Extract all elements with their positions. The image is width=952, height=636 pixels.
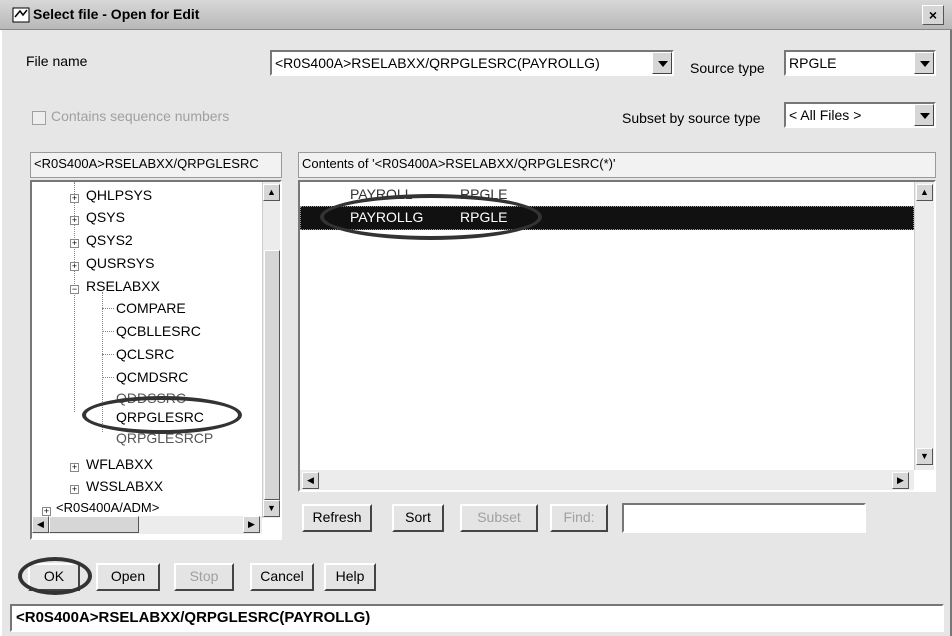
library-tree[interactable]: ▲ ▼ ◀ ▶ + QHLPSYS + QSYS + QSYS2 + QUSRS… [30,180,282,540]
subset-value: < All Files > [789,107,862,123]
expand-icon[interactable]: + [70,463,79,472]
contents-header: Contents of '<R0S400A>RSELABXX/QRPGLESRC… [298,152,936,178]
subset-dropdown-icon[interactable] [914,104,934,126]
expand-icon[interactable]: + [70,216,79,225]
window-title: Select file - Open for Edit [33,6,200,22]
scroll-up-icon[interactable]: ▲ [263,184,280,201]
source-type-combo[interactable]: RPGLE [784,50,936,76]
tree-header: <R0S400A>RSELABXX/QRPGLESRC [30,152,282,178]
tree-hscroll-thumb[interactable] [49,516,139,533]
tree-item[interactable]: COMPARE [116,300,186,316]
scroll-right-icon[interactable]: ▶ [243,516,260,533]
title-bar: Select file - Open for Edit × [0,0,952,30]
tree-item[interactable]: QSYS2 [86,232,133,248]
annotation-circle [320,194,542,240]
subset-button[interactable]: Subset [460,504,538,532]
sequence-numbers-label: Contains sequence numbers [51,108,230,124]
tree-item[interactable]: QCLSRC [116,346,174,362]
scroll-left-icon[interactable]: ◀ [302,472,319,489]
annotation-circle [18,557,92,595]
scroll-down-icon[interactable]: ▼ [263,500,280,517]
file-name-combo[interactable]: <R0S400A>RSELABXX/QRPGLESRC(PAYROLLG) [270,50,674,76]
close-button[interactable]: × [922,5,944,25]
expand-icon[interactable]: + [70,485,79,494]
list-vertical-scrollbar[interactable]: ▲ ▼ [914,182,934,470]
scroll-right-icon[interactable]: ▶ [892,472,909,489]
tree-item[interactable]: RSELABXX [86,278,160,294]
tree-scroll-thumb[interactable] [264,250,280,500]
tree-horizontal-scrollbar[interactable]: ◀ ▶ [32,516,262,534]
list-horizontal-scrollbar[interactable]: ◀ ▶ [300,470,914,490]
subset-label: Subset by source type [622,110,761,126]
expand-icon[interactable]: + [70,239,79,248]
file-name-dropdown-icon[interactable] [652,52,672,74]
open-button[interactable]: Open [96,563,160,591]
expand-icon[interactable]: + [70,262,79,271]
tree-item[interactable]: WSSLABXX [86,478,163,494]
scroll-down-icon[interactable]: ▼ [916,448,933,465]
tree-item[interactable]: <R0S400A/ADM> [56,500,159,515]
expand-icon[interactable]: + [70,194,79,203]
source-type-value: RPGLE [789,55,837,71]
source-type-label: Source type [690,60,765,76]
find-input[interactable] [622,503,866,533]
scroll-left-icon[interactable]: ◀ [32,516,49,533]
subset-combo[interactable]: < All Files > [784,102,936,128]
find-button[interactable]: Find: [550,504,608,532]
sequence-numbers-checkbox[interactable] [32,111,46,125]
source-type-dropdown-icon[interactable] [914,52,934,74]
tree-guide [102,331,114,332]
collapse-icon[interactable]: − [70,285,79,294]
refresh-button[interactable]: Refresh [302,504,372,532]
tree-item[interactable]: QSYS [86,209,125,225]
tree-item[interactable]: QCMDSRC [116,369,188,385]
tree-guide [102,354,114,355]
cancel-button[interactable]: Cancel [250,563,314,591]
file-name-value: <R0S400A>RSELABXX/QRPGLESRC(PAYROLLG) [275,55,600,71]
app-icon [12,7,30,23]
sort-button[interactable]: Sort [392,504,444,532]
scroll-up-icon[interactable]: ▲ [916,184,933,201]
help-button[interactable]: Help [324,563,376,591]
tree-vertical-scrollbar[interactable]: ▲ ▼ [262,182,280,518]
stop-button[interactable]: Stop [174,563,234,591]
tree-guide [102,377,114,378]
file-name-label: File name [26,53,88,69]
tree-item[interactable]: QHLPSYS [86,187,152,203]
expand-icon[interactable]: + [42,507,51,516]
tree-guide [102,308,114,309]
tree-item[interactable]: WFLABXX [86,456,153,472]
status-bar: <R0S400A>RSELABXX/QRPGLESRC(PAYROLLG) [10,604,944,632]
tree-item[interactable]: QCBLLESRC [116,323,201,339]
annotation-circle [82,396,242,434]
tree-item[interactable]: QUSRSYS [86,255,154,271]
